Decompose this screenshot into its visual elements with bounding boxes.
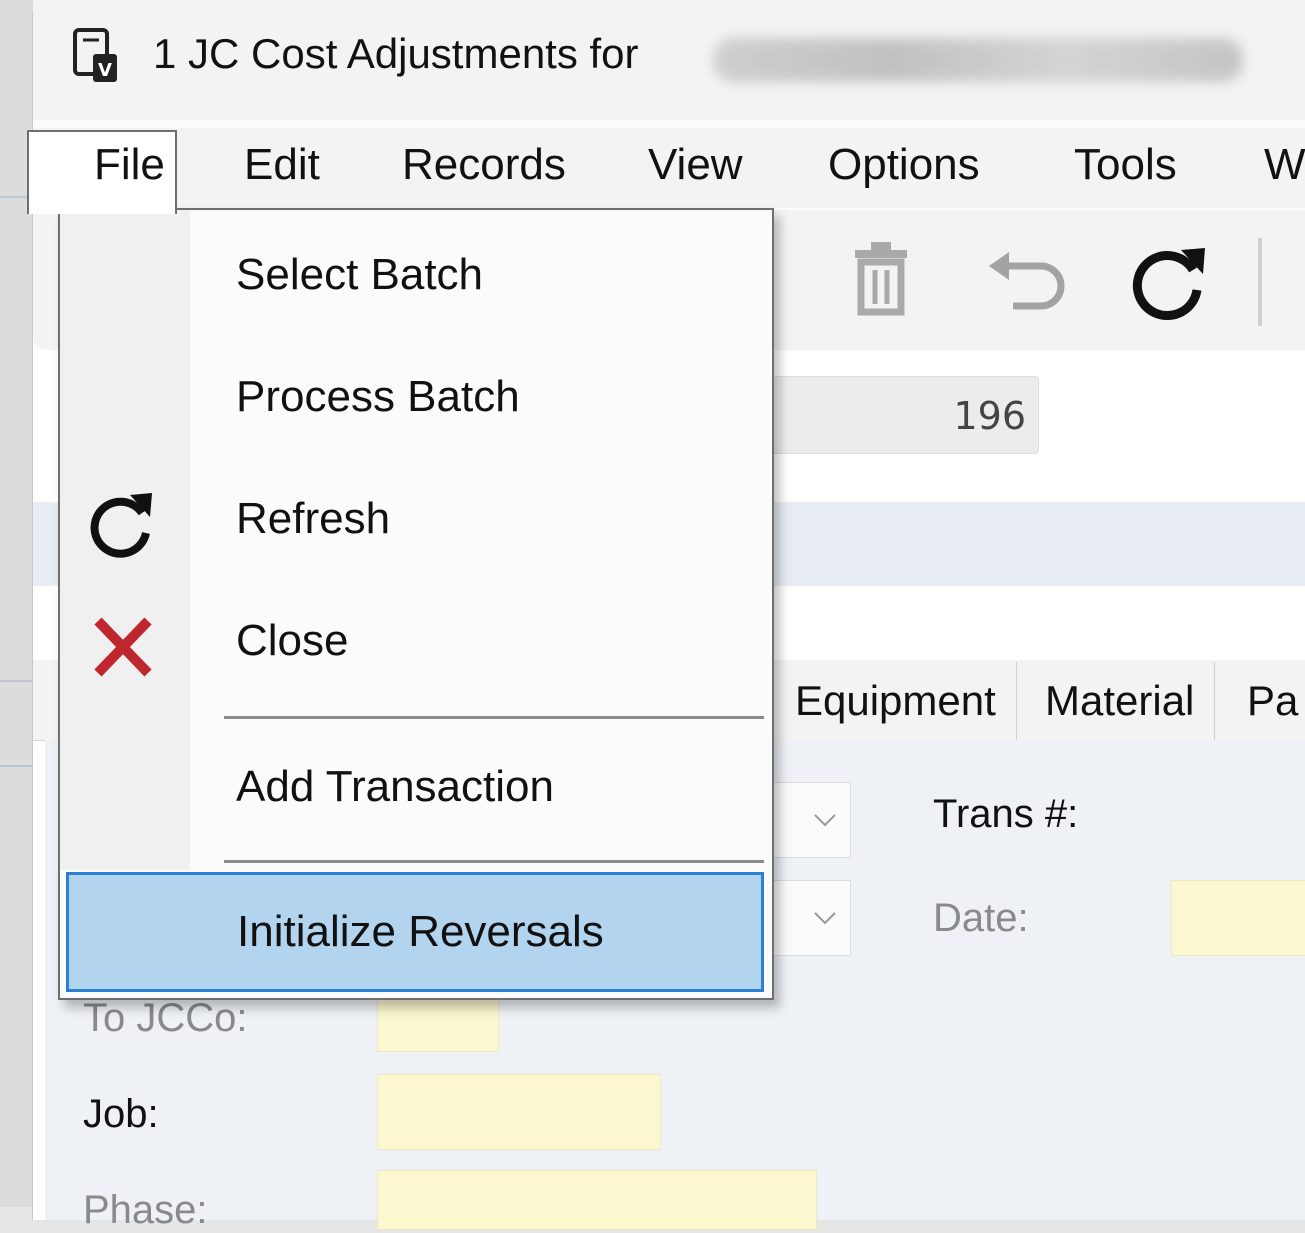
menu-separator [224, 860, 764, 863]
menu-item-label: Process Batch [236, 372, 520, 421]
batch-number-field[interactable]: 196 [733, 376, 1039, 454]
file-menu-dropdown: Select Batch Process Batch Refresh Close… [58, 208, 774, 1000]
undo-icon[interactable] [983, 248, 1067, 312]
chevron-down-icon [814, 912, 836, 925]
job-field[interactable] [377, 1074, 661, 1150]
menu-separator [224, 716, 764, 719]
menu-item-select-batch[interactable]: Select Batch [60, 220, 768, 330]
menu-records[interactable]: Records [396, 140, 572, 190]
chevron-down-icon [814, 814, 836, 827]
delete-icon[interactable] [849, 240, 913, 316]
date-label: Date: [933, 896, 1029, 940]
phase-field[interactable] [377, 1170, 817, 1230]
app-icon: V [73, 28, 117, 82]
company-name-redacted [713, 38, 1243, 82]
title-bar: V 1 JC Cost Adjustments for [33, 0, 1305, 120]
close-icon [94, 617, 152, 677]
menu-tools[interactable]: Tools [1068, 140, 1183, 190]
window-title: 1 JC Cost Adjustments for [153, 30, 639, 77]
refresh-icon[interactable] [1131, 244, 1211, 320]
job-label: Job: [83, 1092, 159, 1136]
menu-item-refresh[interactable]: Refresh [60, 464, 768, 574]
menu-item-label: Add Transaction [236, 762, 554, 811]
menu-item-add-transaction[interactable]: Add Transaction [60, 732, 768, 842]
to-jcco-label: To JCCo: [83, 996, 248, 1040]
date-field[interactable] [1171, 880, 1305, 956]
menu-item-close[interactable]: Close [60, 586, 768, 696]
menu-edit[interactable]: Edit [238, 140, 326, 190]
tab-material[interactable]: Material [1025, 662, 1216, 740]
toolbar-separator [1258, 238, 1262, 326]
tab-equipment[interactable]: Equipment [775, 662, 1017, 740]
menu-item-label: Close [236, 616, 349, 665]
menu-window[interactable]: W [1258, 140, 1305, 190]
refresh-icon [90, 493, 152, 558]
trans-number-label: Trans #: [933, 792, 1079, 836]
phase-label: Phase: [83, 1188, 208, 1232]
menu-item-process-batch[interactable]: Process Batch [60, 342, 768, 452]
menu-item-label: Refresh [236, 494, 391, 543]
menu-item-initialize-reversals[interactable]: Initialize Reversals [66, 872, 764, 992]
tab-pay[interactable]: Pa [1227, 662, 1305, 740]
menu-item-label: Initialize Reversals [237, 907, 604, 956]
menu-file[interactable]: File [88, 140, 171, 190]
menu-view[interactable]: View [642, 140, 749, 190]
svg-text:V: V [98, 60, 112, 81]
menu-item-label: Select Batch [236, 250, 484, 299]
menu-options[interactable]: Options [822, 140, 986, 190]
